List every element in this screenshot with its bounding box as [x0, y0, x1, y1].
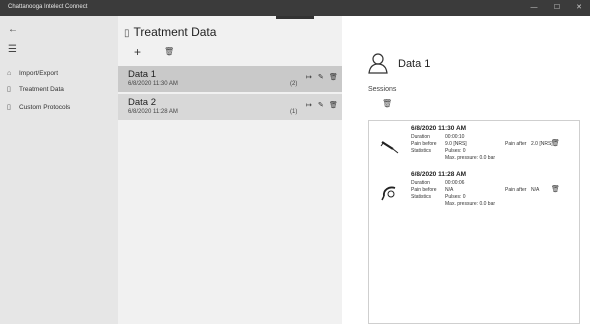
- trash-icon[interactable]: 🗑: [164, 47, 174, 56]
- applicator-icon: [380, 141, 399, 154]
- session-row[interactable]: 6/8/2020 11:28 AM Duration 00:00:06 Pain…: [369, 171, 581, 217]
- list-item-date: 6/8/2020 11:30 AM: [128, 81, 178, 87]
- add-icon[interactable]: +: [134, 45, 141, 59]
- handpiece-icon: [381, 186, 396, 201]
- detail-pane: Data 1 Sessions 🗑 6/8/2020 11:30 AM Dura…: [342, 16, 590, 324]
- pain-before-label: Pain before: [411, 141, 437, 147]
- pain-after-label: Pain after: [505, 187, 527, 193]
- trash-icon[interactable]: 🗑: [329, 73, 338, 81]
- maximize-button[interactable]: ☐: [551, 3, 563, 13]
- nav-item-label: Custom Protocols: [19, 104, 71, 111]
- list-item-name: Data 2: [128, 97, 156, 108]
- pain-after-value: 2.0 [NRS]: [531, 141, 553, 147]
- max-pressure-value: Max. pressure: 0.0 bar: [445, 201, 496, 207]
- nav-item-import-export[interactable]: ⌂ Import/Export: [0, 66, 118, 82]
- nav-item-custom-protocols[interactable]: ▯ Custom Protocols: [0, 100, 118, 116]
- list-item-date: 6/8/2020 11:28 AM: [128, 109, 178, 115]
- document-icon: ▯: [7, 104, 11, 111]
- statistics-label: Statistics: [411, 194, 432, 200]
- close-button[interactable]: ✕: [573, 3, 585, 13]
- treatment-data-list-pane: ▯ Treatment Data + 🗑 Data 1 6/8/2020 11:3…: [118, 16, 342, 324]
- page-title: ▯ Treatment Data: [124, 25, 216, 39]
- trash-icon[interactable]: 🗑: [551, 185, 560, 193]
- pain-before-value: N/A: [445, 187, 454, 193]
- nav-item-label: Import/Export: [19, 70, 59, 77]
- pain-before-label: Pain before: [411, 187, 437, 193]
- nav-item-label: Treatment Data: [19, 86, 64, 93]
- detail-title: Data 1: [398, 58, 431, 70]
- expand-icon[interactable]: ↦: [306, 73, 312, 81]
- pulses-value: Pulses: 0: [445, 148, 466, 154]
- statistics-label: Statistics: [411, 148, 432, 154]
- back-arrow-icon[interactable]: ←: [8, 24, 18, 35]
- duration-value: 00:00:06: [445, 180, 465, 186]
- hamburger-menu-icon[interactable]: ☰: [8, 44, 17, 55]
- person-icon: [368, 53, 388, 74]
- list-item-name: Data 1: [128, 69, 156, 80]
- session-row[interactable]: 6/8/2020 11:30 AM Duration 00:00:10 Pain…: [369, 125, 581, 171]
- session-date: 6/8/2020 11:30 AM: [411, 125, 467, 132]
- active-section-indicator: [276, 16, 314, 19]
- sessions-list: 6/8/2020 11:30 AM Duration 00:00:10 Pain…: [368, 120, 580, 324]
- pain-after-label: Pain after: [505, 141, 527, 147]
- edit-pencil-icon[interactable]: ✎: [318, 73, 324, 81]
- session-count-badge: (1): [290, 109, 298, 115]
- trash-icon[interactable]: 🗑: [329, 101, 338, 109]
- duration-value: 00:00:10: [445, 134, 465, 140]
- document-icon: ▯: [124, 28, 130, 39]
- pain-before-value: 9.0 [NRS]: [445, 141, 467, 147]
- document-icon: ▯: [7, 86, 11, 93]
- session-date: 6/8/2020 11:28 AM: [411, 171, 467, 178]
- list-item-data-1[interactable]: Data 1 6/8/2020 11:30 AM (2) ↦ ✎ 🗑: [118, 66, 342, 92]
- home-icon: ⌂: [7, 70, 12, 77]
- pulses-value: Pulses: 0: [445, 194, 466, 200]
- trash-icon[interactable]: 🗑: [382, 99, 392, 108]
- expand-icon[interactable]: ↦: [306, 101, 312, 109]
- sessions-heading: Sessions: [368, 86, 397, 93]
- page-title-label: Treatment Data: [133, 25, 217, 39]
- list-item-data-2[interactable]: Data 2 6/8/2020 11:28 AM (1) ↦ ✎ 🗑: [118, 94, 342, 120]
- max-pressure-value: Max. pressure: 0.0 bar: [445, 155, 496, 161]
- session-count-badge: (2): [290, 81, 298, 87]
- title-bar: Chattanooga Intelect Connect — ☐ ✕: [0, 0, 590, 16]
- pain-after-value: N/A: [531, 187, 540, 193]
- duration-label: Duration: [411, 180, 430, 186]
- edit-pencil-icon[interactable]: ✎: [318, 101, 324, 109]
- navigation-pane: ← ☰ ⌂ Import/Export ▯ Treatment Data ▯ C…: [0, 16, 118, 324]
- nav-item-treatment-data[interactable]: ▯ Treatment Data: [0, 82, 118, 98]
- trash-icon[interactable]: 🗑: [551, 139, 560, 147]
- duration-label: Duration: [411, 134, 430, 140]
- minimize-button[interactable]: —: [528, 3, 540, 13]
- window-title: Chattanooga Intelect Connect: [8, 4, 88, 10]
